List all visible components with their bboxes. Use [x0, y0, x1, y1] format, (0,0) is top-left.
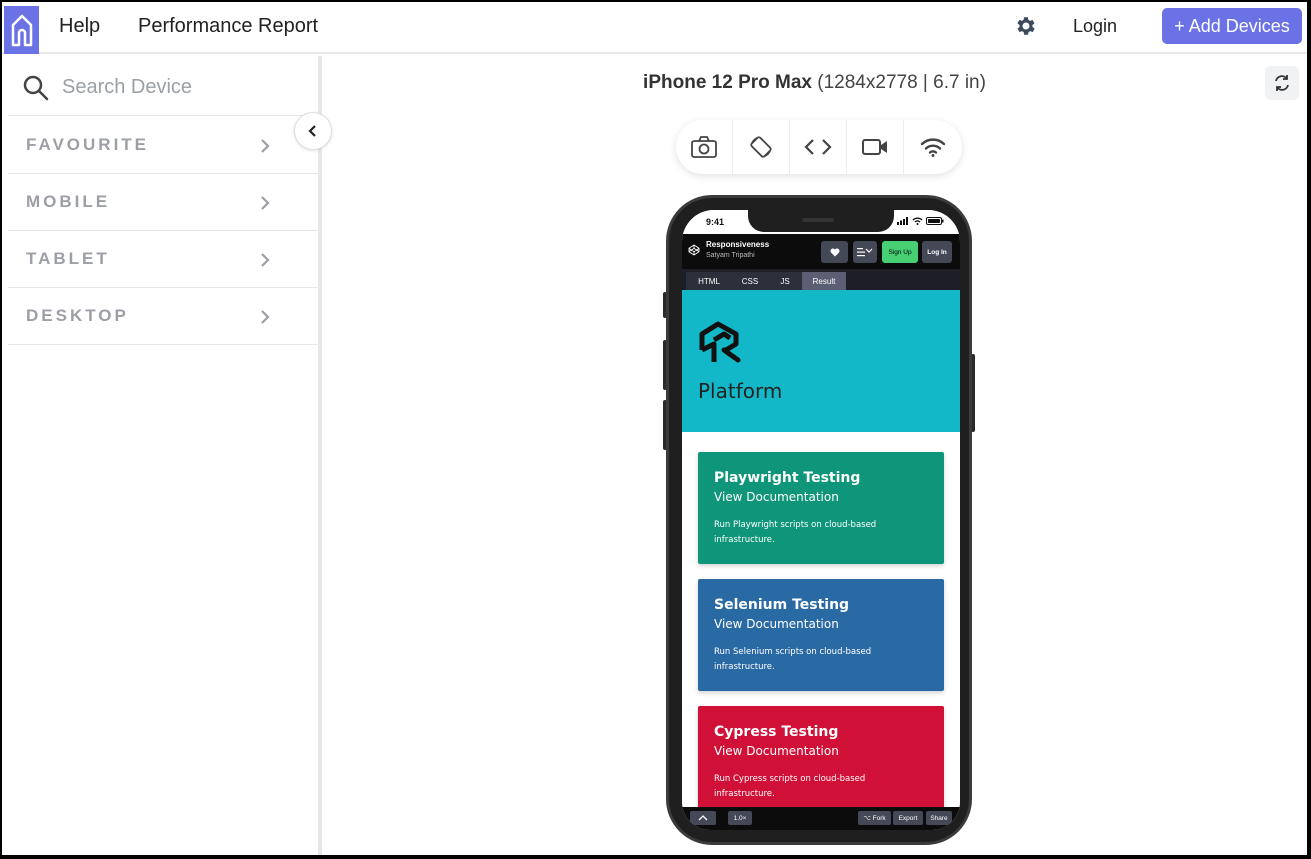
sidebar-item-desktop[interactable]: DESKTOP: [8, 288, 318, 345]
record-video-button[interactable]: [847, 120, 904, 174]
codepen-footer: 1.0× ⌥ Fork Export Share: [682, 807, 960, 830]
chevron-right-icon: [261, 310, 270, 324]
screenshot-button[interactable]: [676, 120, 733, 174]
card-doc-link[interactable]: View Documentation: [714, 744, 839, 758]
chevron-right-icon: [261, 196, 270, 210]
layout-menu-icon: [857, 248, 873, 257]
sidebar-item-label: TABLET: [26, 249, 110, 268]
phone-speaker: [802, 218, 834, 222]
card-description: Run Cypress scripts on cloud-based infra…: [714, 774, 866, 799]
card-doc-link[interactable]: View Documentation: [714, 617, 839, 631]
sidebar-item-tablet[interactable]: TABLET: [8, 231, 318, 288]
gear-icon[interactable]: [1014, 14, 1038, 38]
card-selenium[interactable]: Selenium Testing View Documentation Run …: [698, 579, 944, 691]
chevron-left-icon: [308, 125, 316, 137]
device-toolbar: [676, 120, 962, 174]
tab-css[interactable]: CSS: [732, 272, 768, 290]
chevron-right-icon: [261, 253, 270, 267]
card-title: Selenium Testing: [714, 597, 850, 613]
network-throttle-button[interactable]: [904, 120, 961, 174]
fork-button[interactable]: ⌥ Fork: [858, 811, 891, 825]
hero-title: Platform: [698, 379, 783, 403]
card-description: Run Playwright scripts on cloud-based in…: [714, 520, 877, 545]
codepen-tabs: HTML CSS JS Result: [682, 269, 960, 290]
signup-button[interactable]: Sign Up: [882, 241, 918, 263]
video-icon: [862, 139, 887, 155]
sidebar-item-mobile[interactable]: MOBILE: [8, 174, 318, 231]
refresh-button[interactable]: [1265, 66, 1299, 100]
phone-notch: [748, 210, 894, 232]
status-icons: [897, 217, 944, 225]
search-input[interactable]: [62, 72, 302, 102]
card-cypress[interactable]: Cypress Testing View Documentation Run C…: [698, 706, 944, 818]
nav-help-link[interactable]: Help: [59, 15, 100, 38]
tab-result[interactable]: Result: [802, 272, 846, 290]
home-button[interactable]: [4, 6, 39, 54]
status-bar: 9:41: [682, 210, 960, 234]
sidebar-item-label: MOBILE: [26, 192, 111, 211]
status-time: 9:41: [706, 217, 725, 227]
wifi-status-icon: [912, 217, 923, 225]
card-description: Run Selenium scripts on cloud-based infr…: [714, 647, 872, 672]
device-frame: 9:41 Responsiveness Satyam Tripathi Sign…: [666, 195, 972, 845]
chevron-right-icon: [261, 139, 270, 153]
top-bar: Help Performance Report Login + Add Devi…: [2, 2, 1307, 54]
home-icon: [11, 14, 32, 47]
card-title: Cypress Testing: [714, 724, 839, 740]
hero-section: Platform: [682, 290, 960, 432]
app-window: Help Performance Report Login + Add Devi…: [2, 2, 1307, 855]
camera-icon: [691, 136, 717, 158]
sidebar-item-label: FAVOURITE: [26, 135, 150, 154]
console-toggle-button[interactable]: [690, 811, 716, 825]
heart-icon: [830, 248, 839, 256]
platform-logo-icon: [699, 321, 741, 363]
codepen-logo-icon: [688, 244, 700, 256]
nav-performance-report-link[interactable]: Performance Report: [138, 15, 318, 38]
refresh-icon: [1275, 75, 1289, 91]
tab-html[interactable]: HTML: [686, 272, 732, 290]
view-menu-button[interactable]: [853, 241, 877, 263]
card-title: Playwright Testing: [714, 470, 861, 486]
export-button[interactable]: Export: [893, 811, 923, 825]
wifi-icon: [920, 138, 945, 157]
device-name: iPhone 12 Pro Max: [643, 72, 812, 93]
search-row: [8, 56, 318, 116]
zoom-button[interactable]: 1.0×: [728, 811, 752, 825]
card-doc-link[interactable]: View Documentation: [714, 490, 839, 504]
device-specs: (1284x2778 | 6.7 in): [817, 72, 986, 93]
pen-title: Responsiveness: [706, 240, 770, 249]
pen-author[interactable]: Satyam Tripathi: [706, 252, 755, 259]
sidebar-item-label: DESKTOP: [26, 306, 129, 325]
add-devices-button[interactable]: + Add Devices: [1162, 8, 1302, 44]
device-screen: 9:41 Responsiveness Satyam Tripathi Sign…: [682, 210, 960, 830]
login-button[interactable]: Log In: [922, 241, 952, 263]
devtools-button[interactable]: [790, 120, 847, 174]
sidebar-divider[interactable]: [318, 56, 322, 855]
share-button[interactable]: Share: [926, 811, 952, 825]
rotate-icon: [750, 136, 772, 158]
search-icon: [23, 75, 49, 101]
rotate-device-button[interactable]: [733, 120, 790, 174]
code-icon: [804, 139, 832, 155]
card-playwright[interactable]: Playwright Testing View Documentation Ru…: [698, 452, 944, 564]
device-title: iPhone 12 Pro Max (1284x2778 | 6.7 in): [322, 72, 1307, 94]
like-button[interactable]: [821, 241, 848, 263]
codepen-header: Responsiveness Satyam Tripathi Sign Up L…: [682, 234, 960, 269]
signal-icon: [897, 217, 908, 225]
sidebar: FAVOURITE MOBILE TABLET DESKTOP: [2, 56, 318, 855]
battery-icon: [926, 217, 944, 225]
collapse-sidebar-button[interactable]: [294, 112, 332, 150]
tab-js[interactable]: JS: [768, 272, 802, 290]
sidebar-item-favourite[interactable]: FAVOURITE: [8, 117, 318, 174]
chevron-up-icon: [698, 815, 708, 821]
login-link[interactable]: Login: [1073, 16, 1117, 37]
